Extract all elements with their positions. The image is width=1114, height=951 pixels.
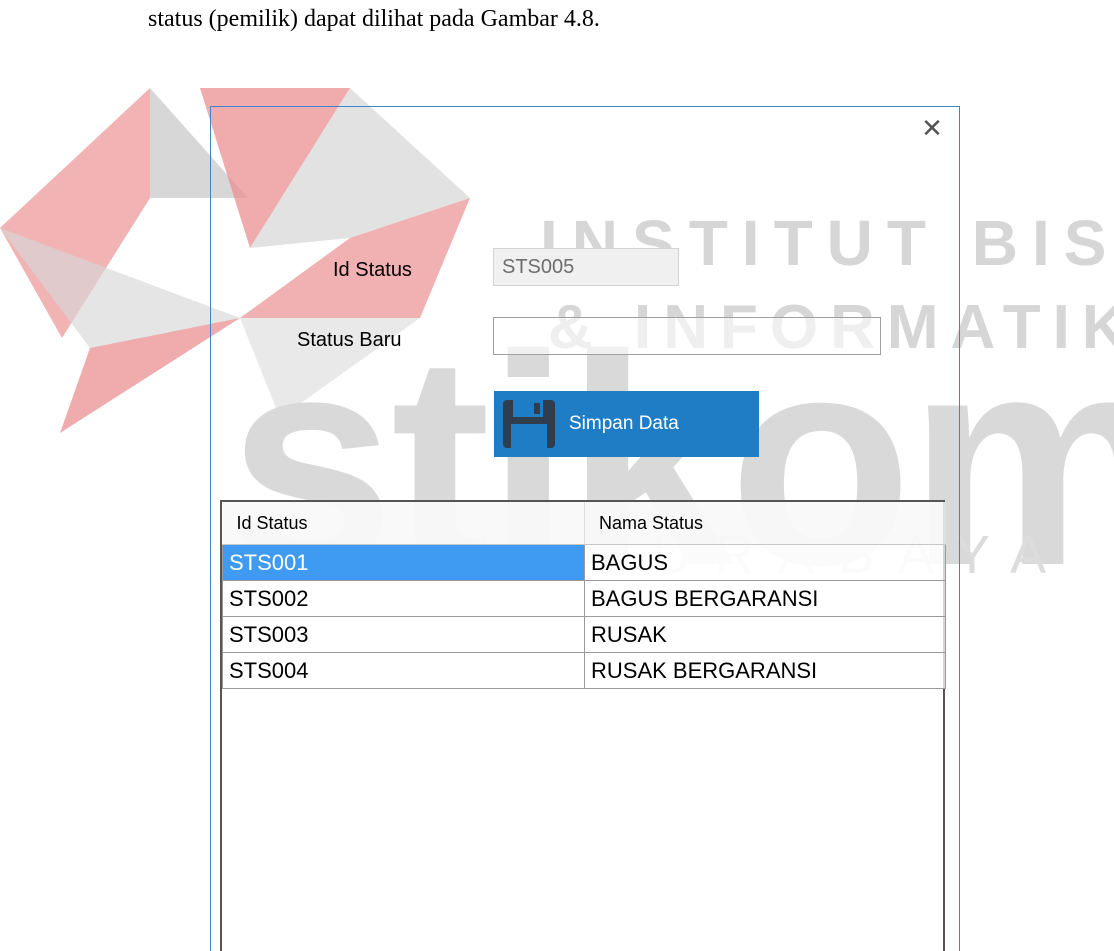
column-header-id[interactable]: Id Status <box>222 502 585 545</box>
table-row[interactable]: STS002 BAGUS BERGARANSI <box>222 580 946 617</box>
table-row[interactable]: STS003 RUSAK <box>222 616 946 653</box>
status-grid[interactable]: Id Status Nama Status STS001 BAGUS STS00… <box>220 500 946 951</box>
page: INSTITUT BISNIS & INFORMATIKA stikom SUR… <box>0 0 1114 951</box>
table-row[interactable]: STS001 BAGUS <box>222 544 946 581</box>
cell-name[interactable]: BAGUS BERGARANSI <box>584 580 946 617</box>
status-window: ✕ Id Status Status Baru Simpan Data Id S… <box>210 106 960 951</box>
column-header-name[interactable]: Nama Status <box>584 502 946 545</box>
grid-header-row: Id Status Nama Status <box>222 502 946 545</box>
status-table: Id Status Nama Status STS001 BAGUS STS00… <box>222 502 946 689</box>
cell-name[interactable]: RUSAK BERGARANSI <box>584 652 946 689</box>
cell-id[interactable]: STS002 <box>222 580 585 617</box>
cell-id[interactable]: STS003 <box>222 616 585 653</box>
floppy-disk-icon <box>503 400 555 448</box>
id-status-label: Id Status <box>333 259 412 281</box>
status-baru-label: Status Baru <box>297 329 402 351</box>
document-intro-text: status (pemilik) dapat dilihat pada Gamb… <box>148 6 600 32</box>
save-button[interactable]: Simpan Data <box>494 391 759 457</box>
cell-name[interactable]: BAGUS <box>584 544 946 581</box>
cell-id[interactable]: STS004 <box>222 652 585 689</box>
status-baru-input[interactable] <box>493 317 881 355</box>
id-status-field[interactable] <box>493 248 679 286</box>
table-row[interactable]: STS004 RUSAK BERGARANSI <box>222 652 946 689</box>
save-button-label: Simpan Data <box>569 413 679 434</box>
close-icon[interactable]: ✕ <box>921 115 943 141</box>
cell-id[interactable]: STS001 <box>222 544 585 581</box>
cell-name[interactable]: RUSAK <box>584 616 946 653</box>
